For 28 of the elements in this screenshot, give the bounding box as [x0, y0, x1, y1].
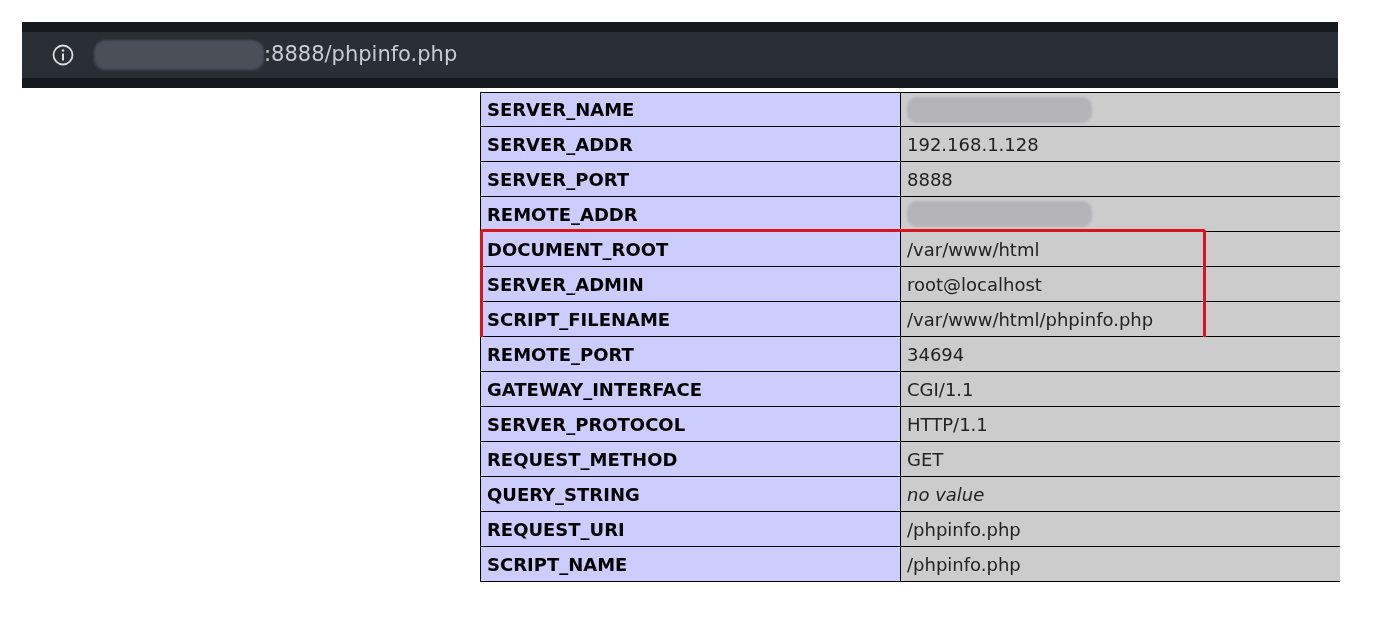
table-cell: SERVER_ADDR — [480, 127, 900, 162]
url-field[interactable]: :8888/phpinfo.php — [22, 32, 1338, 78]
table-cell: 8888 — [900, 162, 1340, 197]
table-cell: SCRIPT_NAME — [480, 547, 900, 582]
table-cell: no value — [900, 477, 1340, 512]
info-icon[interactable] — [52, 44, 74, 66]
table-cell: SERVER_PROTOCOL — [480, 407, 900, 442]
table-cell: QUERY_STRING — [480, 477, 900, 512]
table-cell: REQUEST_METHOD — [480, 442, 900, 477]
table-cell: /var/www/html/phpinfo.php — [900, 302, 1340, 337]
table-cell: REMOTE_PORT — [480, 337, 900, 372]
table-cell: GATEWAY_INTERFACE — [480, 372, 900, 407]
table-cell: /var/www/html — [900, 232, 1340, 267]
table-cell: root@localhost — [900, 267, 1340, 302]
table-cell: 34694 — [900, 337, 1340, 372]
url-text: :8888/phpinfo.php — [264, 41, 458, 69]
table-cell: DOCUMENT_ROOT — [480, 232, 900, 267]
table-cell: SCRIPT_FILENAME — [480, 302, 900, 337]
table-cell: REQUEST_URI — [480, 512, 900, 547]
table-cell: /phpinfo.php — [900, 512, 1340, 547]
table-cell: GET — [900, 442, 1340, 477]
table-cell: SERVER_NAME — [480, 92, 900, 127]
table-cell: SERVER_PORT — [480, 162, 900, 197]
table-cell: 192.168.1.128 — [900, 127, 1340, 162]
table-cell: SERVER_ADMIN — [480, 267, 900, 302]
table-cell: HTTP/1.1 — [900, 407, 1340, 442]
table-cell: /phpinfo.php — [900, 547, 1340, 582]
table-cell: CGI/1.1 — [900, 372, 1340, 407]
